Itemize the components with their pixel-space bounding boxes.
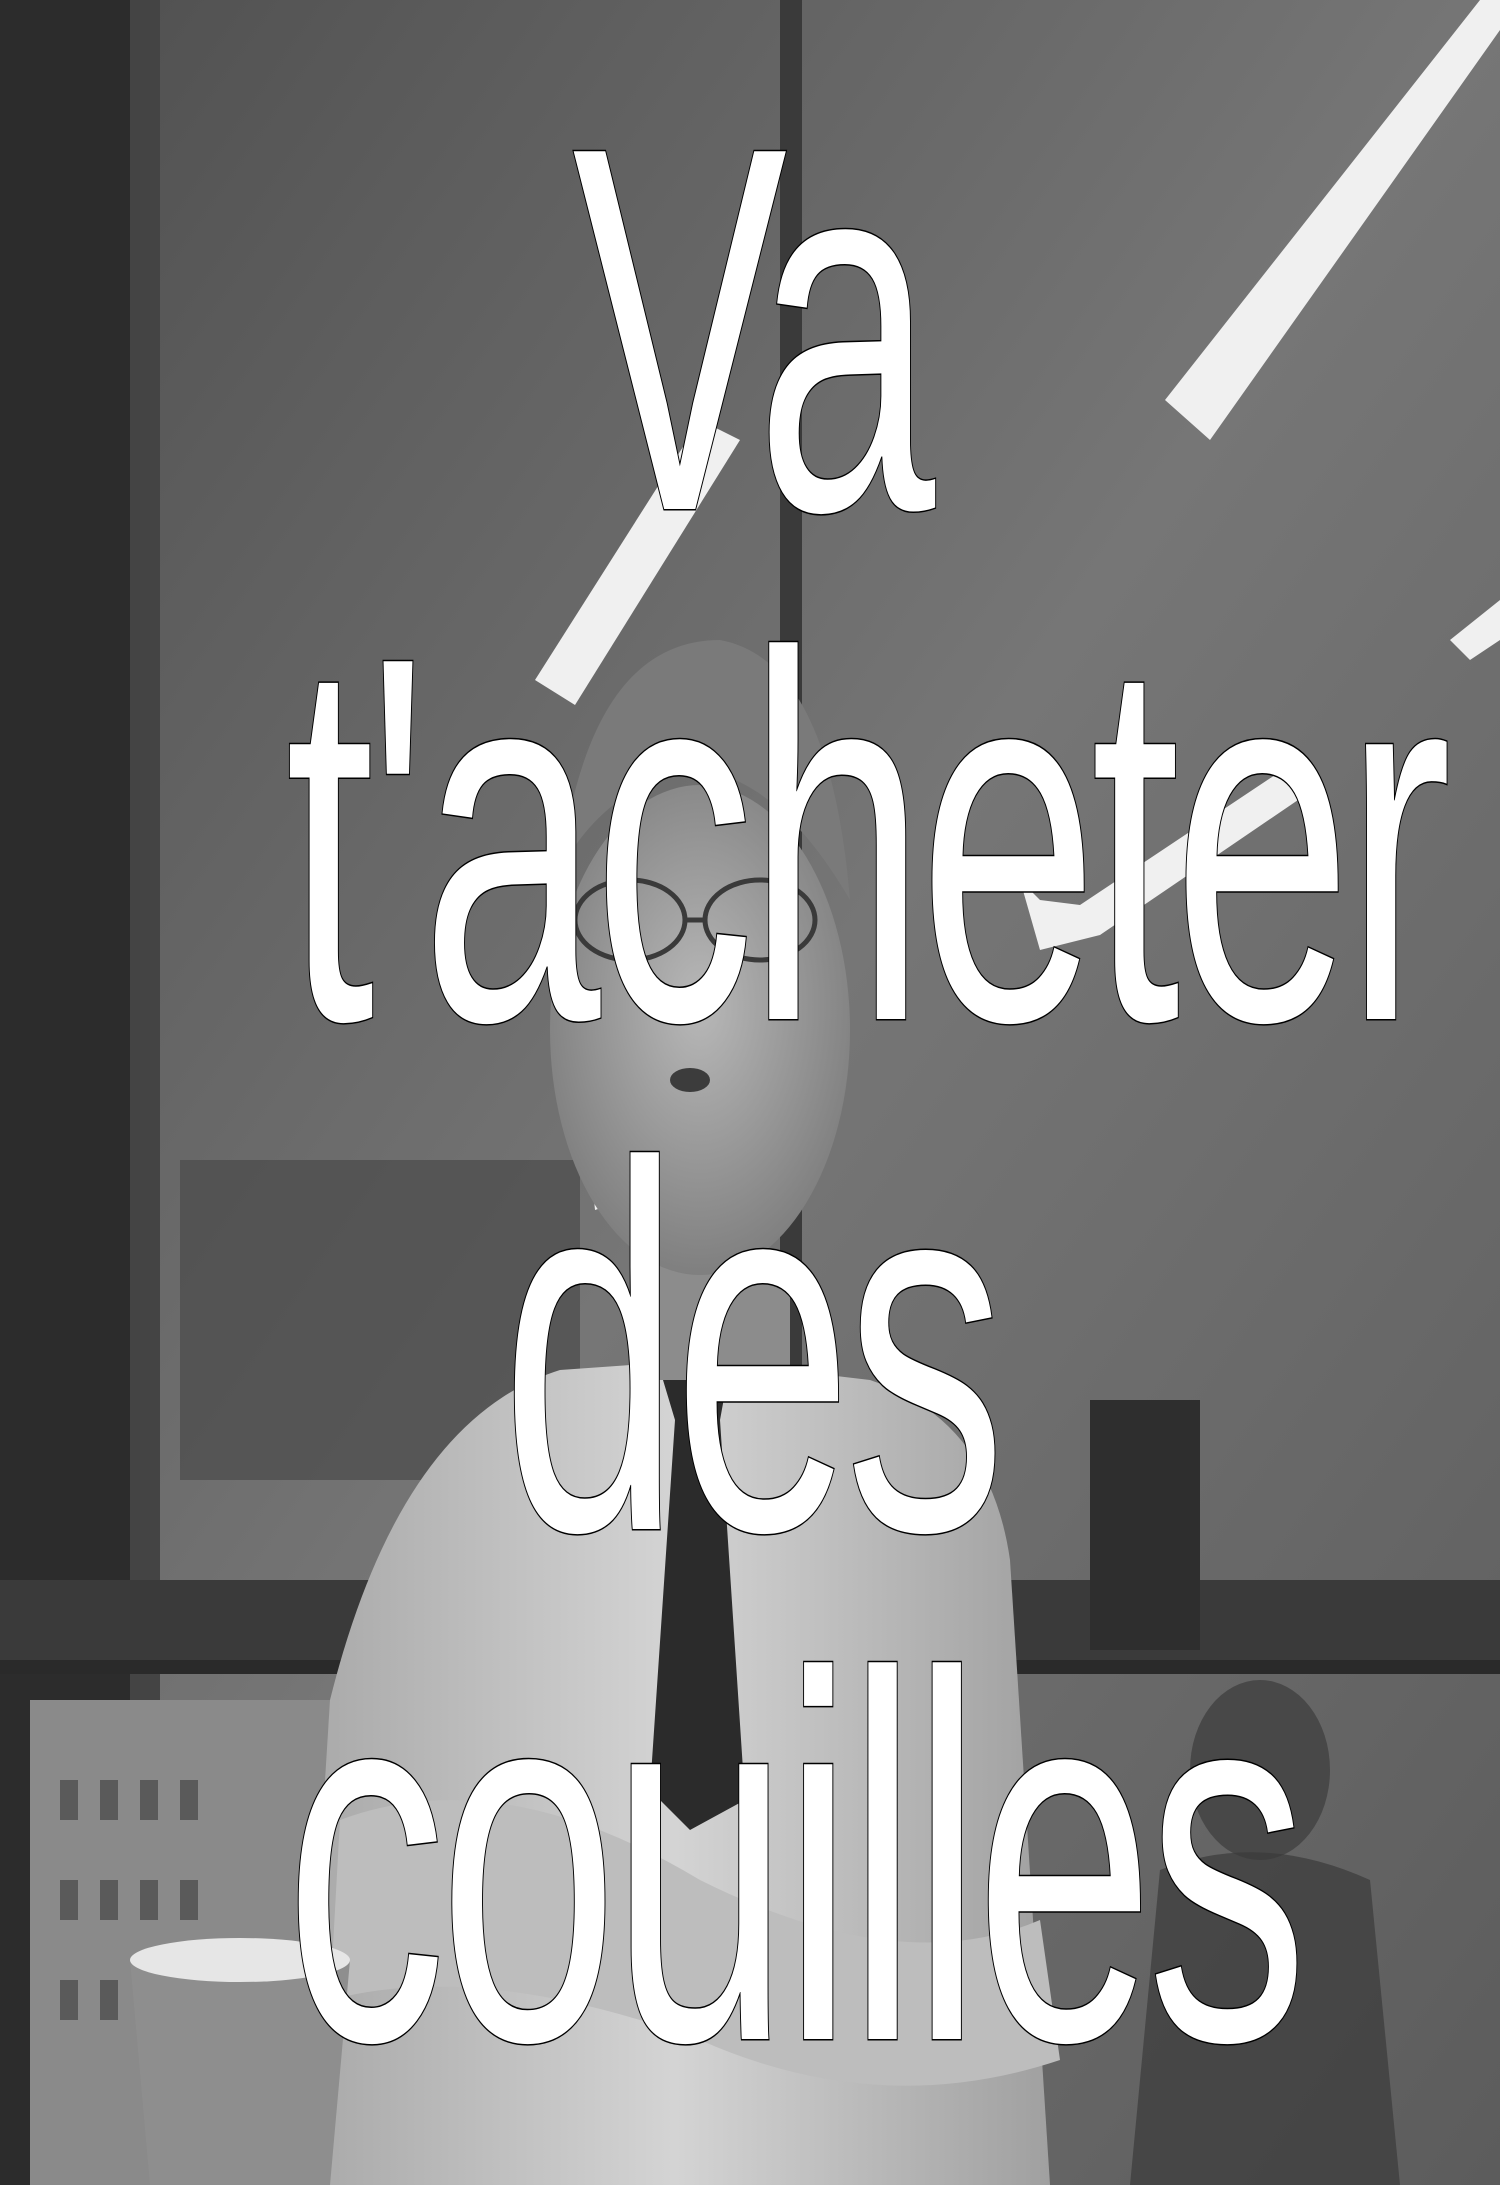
caption-line-2: t'acheter	[284, 549, 1453, 1130]
caption-line-1: Va	[571, 39, 936, 620]
meme-image: Va t'acheter des couilles	[0, 0, 1500, 2185]
caption-line-3: des	[500, 1059, 1007, 1640]
meme-caption: Va t'acheter des couilles	[0, 0, 1500, 2185]
caption-line-4: couilles	[284, 1569, 1309, 2150]
